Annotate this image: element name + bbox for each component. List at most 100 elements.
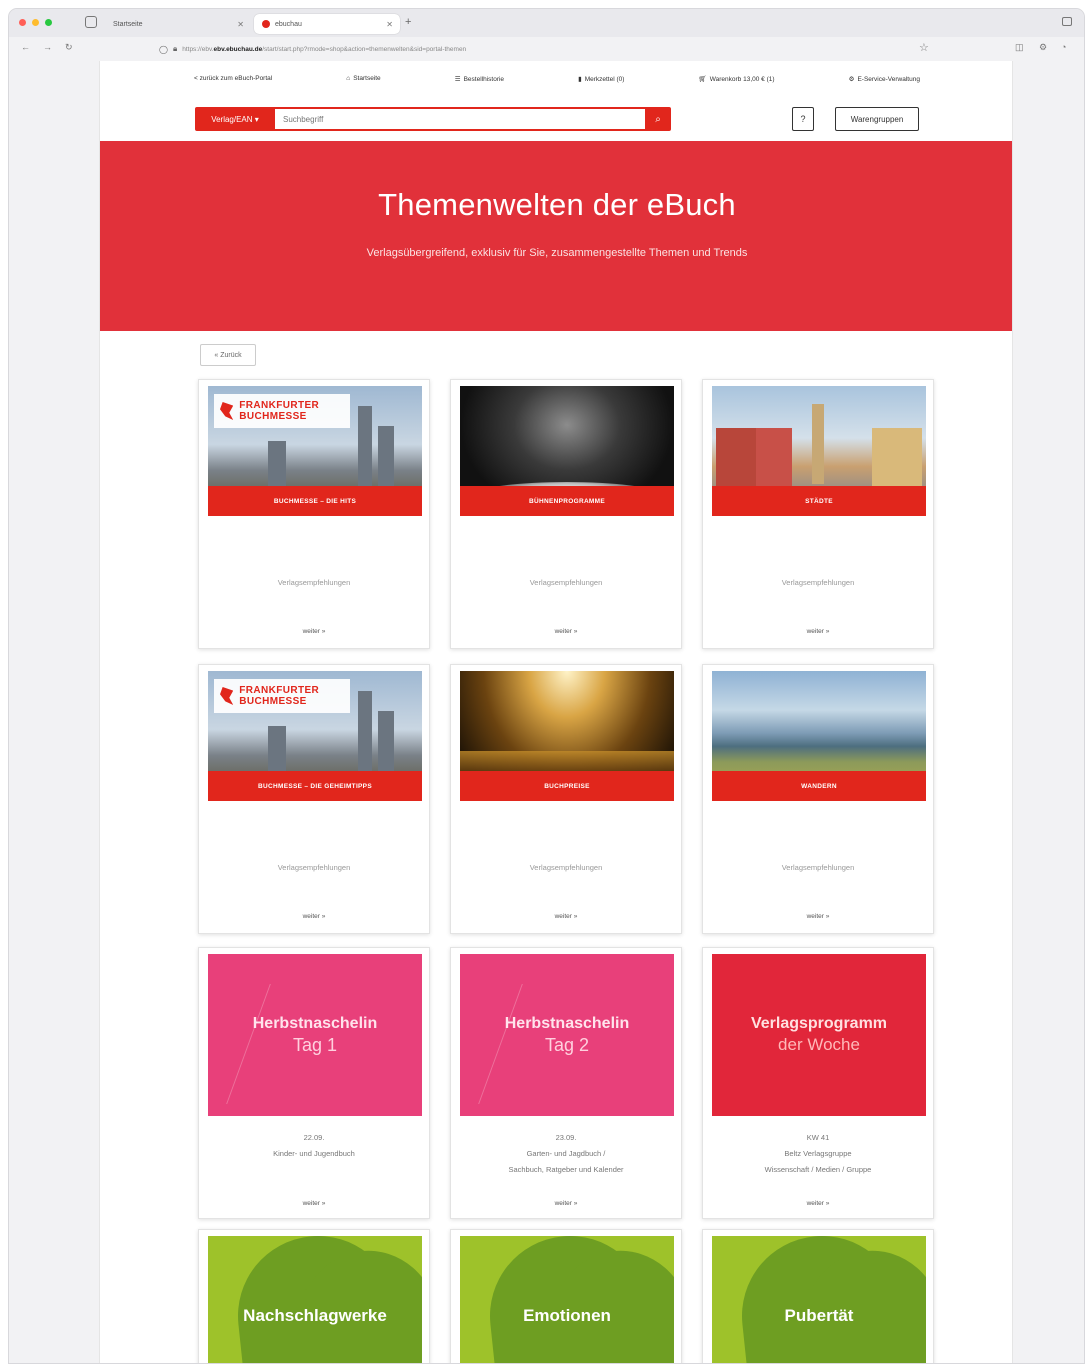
buchmesse-logo-icon bbox=[220, 402, 234, 420]
tab-overview-icon[interactable] bbox=[1062, 17, 1072, 26]
stage-floor bbox=[460, 751, 674, 771]
card-line: Sachbuch, Ratgeber und Kalender bbox=[508, 1165, 624, 1174]
card-title-bar: BÜHNENPROGRAMME bbox=[460, 486, 674, 516]
search-input[interactable] bbox=[275, 107, 645, 131]
theme-card[interactable]: FRANKFURTER BUCHMESSE BUCHMESSE – DIE HI… bbox=[198, 379, 430, 649]
more-link[interactable]: weiter » bbox=[703, 913, 933, 920]
minimize-window-button[interactable] bbox=[32, 19, 39, 26]
back-arrow-icon[interactable]: ← bbox=[21, 42, 30, 52]
back-button[interactable]: « Zurück bbox=[200, 344, 256, 366]
nav-merkzettel[interactable]: ▮ Merkzettel (0) bbox=[578, 75, 624, 83]
card-image: BÜHNENPROGRAMME bbox=[460, 386, 674, 516]
navigation-bar: ← → ↻ ◯ 🔒︎ https://ebv. ebv.ebuchau.de /… bbox=[9, 39, 1084, 59]
more-link[interactable]: weiter » bbox=[451, 628, 681, 635]
more-link[interactable]: weiter » bbox=[199, 628, 429, 635]
search-scope-dropdown[interactable]: Verlag/EAN ▾ bbox=[195, 107, 275, 131]
theme-card[interactable]: Herbstnaschelin Tag 1 22.09. Kinder- und… bbox=[198, 947, 430, 1219]
card-date: 23.09. bbox=[555, 1133, 577, 1142]
more-link[interactable]: weiter » bbox=[451, 913, 681, 920]
card-image-title: Verlagsprogramm bbox=[750, 1015, 888, 1032]
window-controls bbox=[19, 19, 52, 26]
card-title-bar: WANDERN bbox=[712, 771, 926, 801]
more-link[interactable]: weiter » bbox=[451, 1200, 681, 1207]
fold-lines bbox=[226, 984, 390, 1104]
favicon-icon bbox=[262, 20, 270, 28]
card-image-title: Pubertät bbox=[784, 1306, 854, 1325]
more-link[interactable]: weiter » bbox=[703, 1200, 933, 1207]
page-subtitle: Verlagsübergreifend, exklusiv für Sie, z… bbox=[366, 247, 748, 259]
new-tab-icon[interactable]: + bbox=[405, 16, 411, 28]
buchmesse-logo: FRANKFURTER BUCHMESSE bbox=[214, 394, 350, 428]
tab-startseite[interactable]: Startseite ✕ bbox=[105, 14, 251, 34]
bookmark-star-icon[interactable]: ☆ bbox=[919, 41, 929, 54]
pocket-icon[interactable]: ◫ bbox=[1015, 42, 1024, 53]
card-image: Verlagsprogramm der Woche bbox=[712, 954, 926, 1116]
theme-card[interactable]: WANDERN Verlagsempfehlungen weiter » bbox=[702, 664, 934, 934]
web-page: < zurück zum eBuch-Portal ⌂ Startseite ☰ B… bbox=[99, 61, 1013, 1363]
nav-bestellhistorie[interactable]: ☰ Bestellhistorie bbox=[455, 75, 504, 83]
close-window-button[interactable] bbox=[19, 19, 26, 26]
tab-ebuch[interactable]: ebuchau ✕ bbox=[254, 14, 400, 34]
maximize-window-button[interactable] bbox=[45, 19, 52, 26]
help-button[interactable]: ? bbox=[792, 107, 814, 131]
address-bar[interactable]: ◯ 🔒︎ https://ebv. ebv.ebuchau.de /start/… bbox=[159, 41, 945, 57]
card-line: Beltz Verlagsgruppe bbox=[784, 1149, 852, 1158]
card-image: STÄDTE bbox=[712, 386, 926, 516]
scope-label: Verlag/EAN bbox=[211, 114, 253, 124]
close-tab-icon[interactable]: ✕ bbox=[237, 20, 244, 29]
chevron-down-icon: ▾ bbox=[254, 114, 259, 124]
card-title-bar: BUCHMESSE – DIE HITS bbox=[208, 486, 422, 516]
home-icon: ⌂ bbox=[346, 75, 351, 82]
heart-shape bbox=[482, 1236, 658, 1363]
theme-card[interactable]: Emotionen bbox=[450, 1229, 682, 1363]
theme-card[interactable]: STÄDTE Verlagsempfehlungen weiter » bbox=[702, 379, 934, 649]
card-image: Pubertät bbox=[712, 1236, 926, 1363]
more-link[interactable]: weiter » bbox=[199, 913, 429, 920]
logo-text: FRANKFURTER BUCHMESSE bbox=[239, 685, 320, 707]
nav-label: E-Service-Verwaltung bbox=[857, 76, 920, 83]
theme-card[interactable]: Nachschlagwerke bbox=[198, 1229, 430, 1363]
nav-service[interactable]: ⚙ E-Service-Verwaltung bbox=[849, 75, 920, 83]
reload-icon[interactable]: ↻ bbox=[65, 42, 73, 53]
list-icon: ☰ bbox=[454, 76, 461, 83]
extension-icon[interactable]: ⚙ bbox=[1039, 42, 1047, 53]
more-link[interactable]: weiter » bbox=[199, 1200, 429, 1207]
nav-warenkorb[interactable]: 🛒︎ Warenkorb 13,00 € (1) bbox=[698, 75, 774, 83]
url-host: ebv.ebuchau.de bbox=[213, 45, 263, 53]
account-icon[interactable]: ◔ bbox=[1061, 42, 1066, 52]
warengruppen-button[interactable]: Warengruppen bbox=[835, 107, 919, 131]
card-subtitle: Verlagsempfehlungen bbox=[781, 578, 855, 587]
sidebar-toggle-icon[interactable] bbox=[85, 16, 97, 28]
nav-label: Warenkorb 13,00 € (1) bbox=[709, 76, 775, 83]
card-description: KW 41 Beltz Verlagsgruppe Wissenschaft /… bbox=[713, 1130, 923, 1178]
nav-label: Merkzettel (0) bbox=[584, 76, 625, 83]
card-subtitle: Verlagsempfehlungen bbox=[277, 863, 351, 872]
close-tab-icon[interactable]: ✕ bbox=[386, 20, 393, 29]
skyline-tower bbox=[358, 691, 372, 781]
more-link[interactable]: weiter » bbox=[703, 628, 933, 635]
lock-icon: 🔒︎ bbox=[172, 44, 178, 53]
card-line: Kinder- und Jugendbuch bbox=[273, 1149, 355, 1158]
theme-card[interactable]: FRANKFURTER BUCHMESSE BUCHMESSE – DIE GE… bbox=[198, 664, 430, 934]
theme-card[interactable]: Pubertät bbox=[702, 1229, 934, 1363]
card-subtitle: Verlagsempfehlungen bbox=[529, 863, 603, 872]
forward-arrow-icon[interactable]: → bbox=[43, 42, 52, 52]
card-subtitle: Verlagsempfehlungen bbox=[529, 578, 603, 587]
browser-window: Startseite ✕ ebuchau ✕ + ← → ↻ ◯ 🔒︎ http… bbox=[8, 8, 1085, 1364]
card-image: FRANKFURTER BUCHMESSE BUCHMESSE – DIE GE… bbox=[208, 671, 422, 801]
shield-icon: ◯ bbox=[159, 44, 168, 54]
back-to-portal-link[interactable]: < zurück zum eBuch-Portal bbox=[194, 75, 272, 83]
theme-card[interactable]: BÜHNENPROGRAMME Verlagsempfehlungen weit… bbox=[450, 379, 682, 649]
search-button[interactable]: ⌕ bbox=[645, 107, 671, 131]
heart-shape bbox=[734, 1236, 910, 1363]
search-row: Verlag/EAN ▾ ⌕ ? Warengruppen bbox=[195, 107, 919, 131]
theme-card[interactable]: BUCHPREISE Verlagsempfehlungen weiter » bbox=[450, 664, 682, 934]
fold-lines bbox=[478, 984, 642, 1104]
card-title-bar: BUCHMESSE – DIE GEHEIMTIPPS bbox=[208, 771, 422, 801]
card-image: Emotionen bbox=[460, 1236, 674, 1363]
bookmark-icon: ▮ bbox=[578, 76, 582, 83]
theme-card[interactable]: Verlagsprogramm der Woche KW 41 Beltz Ve… bbox=[702, 947, 934, 1219]
theme-card[interactable]: Herbstnaschelin Tag 2 23.09. Garten- und… bbox=[450, 947, 682, 1219]
card-image: Herbstnaschelin Tag 1 bbox=[208, 954, 422, 1116]
nav-startseite[interactable]: ⌂ Startseite bbox=[346, 75, 380, 83]
